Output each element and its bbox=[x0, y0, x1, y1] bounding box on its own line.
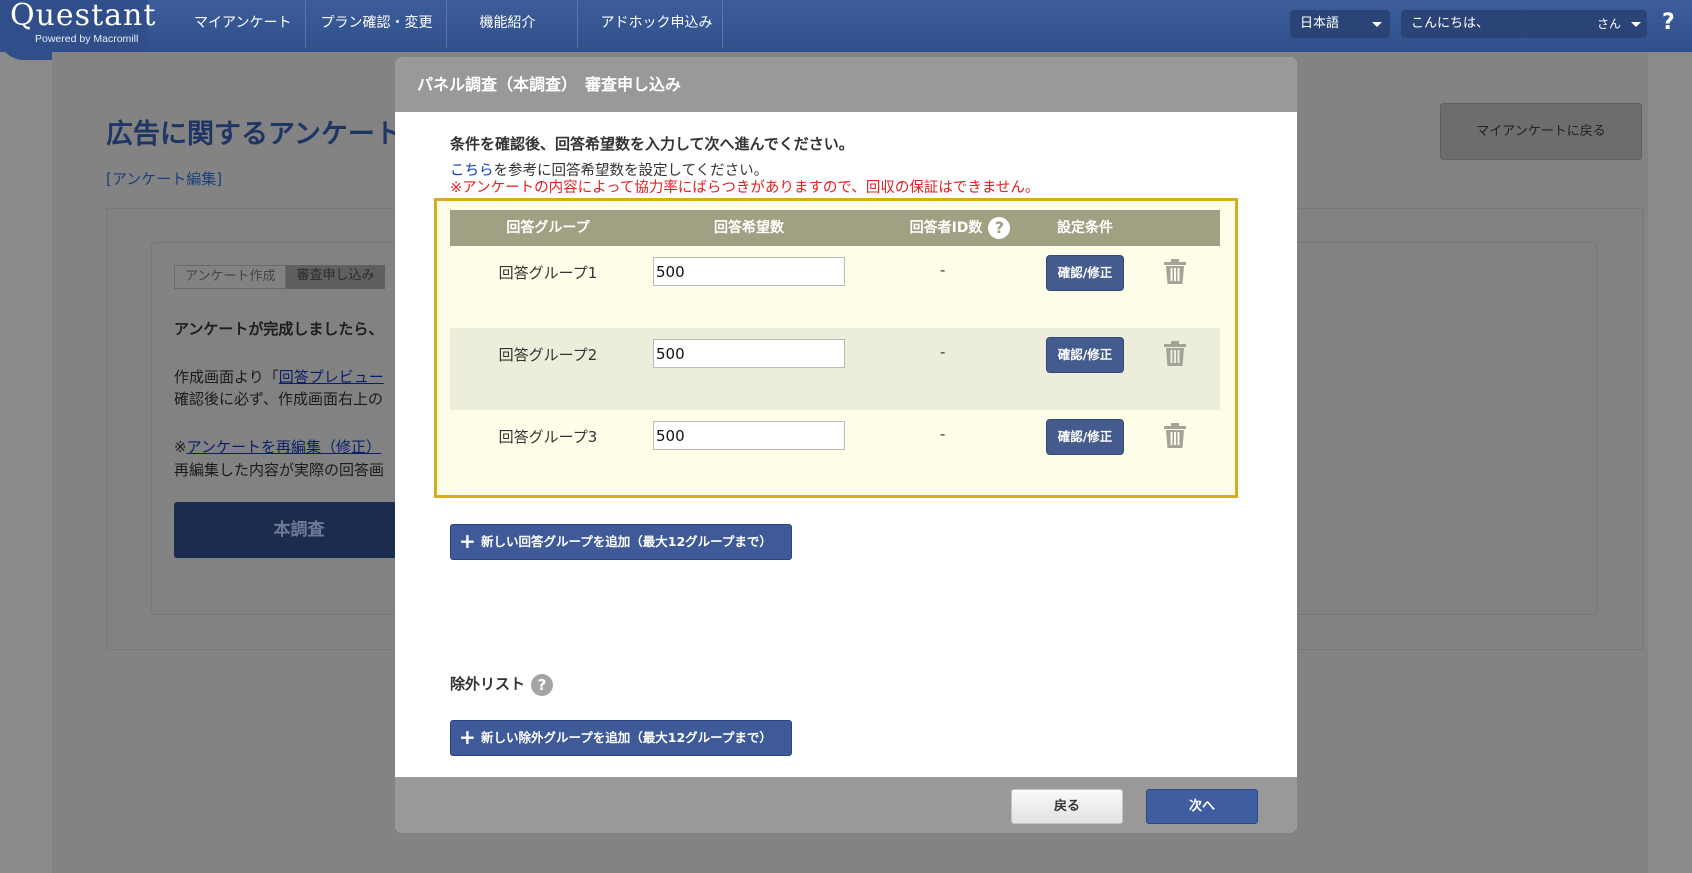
respondent-id-count: - bbox=[940, 261, 946, 279]
application-modal: パネル調査（本調査） 審査申し込み 条件を確認後、回答希望数を入力して次へ進んで… bbox=[395, 57, 1297, 833]
confirm-edit-button[interactable]: 確認/修正 bbox=[1046, 255, 1124, 291]
trash-icon[interactable] bbox=[1163, 259, 1187, 285]
header-group: 回答グループ bbox=[506, 220, 590, 236]
language-select[interactable]: 日本語 bbox=[1290, 10, 1390, 38]
table-header: 回答グループ 回答希望数 回答者ID数? 設定条件 bbox=[450, 210, 1220, 246]
bg-line-3: 確認後に必ず、作成画面右上の bbox=[174, 390, 383, 408]
chevron-down-icon bbox=[1631, 22, 1641, 27]
header-count: 回答希望数 bbox=[714, 220, 784, 236]
exclude-list-label: 除外リスト? bbox=[450, 673, 554, 696]
back-to-my-survey-button[interactable]: マイアンケートに戻る bbox=[1440, 103, 1642, 160]
main-survey-button[interactable]: 本調査 bbox=[174, 502, 424, 558]
plus-icon: + bbox=[459, 529, 476, 553]
bg-line-2: 作成画面より「回答プレビュー bbox=[174, 368, 384, 386]
greeting-suffix: さん bbox=[1597, 17, 1622, 31]
table-row: 回答グループ3 500 - 確認/修正 bbox=[450, 410, 1220, 492]
chevron-down-icon bbox=[1372, 22, 1382, 27]
table-row: 回答グループ2 500 - 確認/修正 bbox=[450, 328, 1220, 410]
plus-icon: + bbox=[459, 725, 476, 749]
help-icon[interactable]: ? bbox=[988, 217, 1011, 239]
modal-title: パネル調査（本調査） 審査申し込み bbox=[395, 57, 1297, 112]
table-row: 回答グループ1 500 - 確認/修正 bbox=[450, 246, 1220, 328]
back-button[interactable]: 戻る bbox=[1011, 789, 1123, 824]
logo-subtitle: Powered by Macromill bbox=[35, 33, 139, 45]
group-name: 回答グループ2 bbox=[498, 346, 598, 364]
nav-my-survey[interactable]: マイアンケート bbox=[176, 0, 307, 48]
confirm-edit-button[interactable]: 確認/修正 bbox=[1046, 419, 1124, 455]
respondent-id-count: - bbox=[940, 425, 946, 443]
logo: Questant bbox=[10, 0, 157, 33]
step-create: アンケート作成 bbox=[174, 265, 287, 289]
respondent-id-count: - bbox=[940, 343, 946, 361]
help-icon[interactable]: ? bbox=[531, 673, 554, 696]
trash-icon[interactable] bbox=[1163, 341, 1187, 367]
add-exclude-group-button[interactable]: + 新しい除外グループを追加（最大12グループまで） bbox=[450, 720, 792, 756]
step-breadcrumb: アンケート作成 審査申し込み bbox=[174, 265, 385, 289]
answer-count-input[interactable]: 500 bbox=[653, 421, 845, 450]
confirm-edit-button[interactable]: 確認/修正 bbox=[1046, 337, 1124, 373]
nav-plan[interactable]: プラン確認・変更 bbox=[306, 0, 448, 48]
user-menu[interactable]: こんにちは、 さん bbox=[1401, 10, 1647, 38]
bg-line-5: 再編集した内容が実際の回答画 bbox=[174, 461, 385, 479]
re-edit-link[interactable]: アンケートを再編集（修正） bbox=[187, 438, 381, 456]
language-value: 日本語 bbox=[1300, 16, 1340, 31]
bg-line-4: ※アンケートを再編集（修正） bbox=[174, 438, 381, 456]
answer-preview-link[interactable]: 回答プレビュー bbox=[279, 368, 384, 386]
header-conditions: 設定条件 bbox=[1057, 220, 1113, 236]
top-header: Questant Powered by Macromill マイアンケート プラ… bbox=[0, 0, 1692, 60]
group-name: 回答グループ3 bbox=[498, 428, 598, 446]
nav-features[interactable]: 機能紹介 bbox=[447, 0, 579, 48]
greeting-text: こんにちは、 bbox=[1411, 16, 1490, 31]
modal-footer: 戻る 次へ bbox=[395, 777, 1297, 833]
step-apply: 審査申し込み bbox=[286, 265, 385, 289]
main-nav: マイアンケート プラン確認・変更 機能紹介 アドホック申込み bbox=[176, 0, 724, 48]
logo-area[interactable]: Questant Powered by Macromill bbox=[0, 0, 155, 60]
help-icon[interactable]: ? bbox=[1662, 10, 1675, 35]
warning-text: ※アンケートの内容によって協力率にばらつきがありますので、回収の保証はできません… bbox=[450, 180, 1040, 196]
bg-line-1: アンケートが完成しましたら、 bbox=[174, 320, 384, 338]
answer-count-input[interactable]: 500 bbox=[653, 339, 845, 368]
header-ids: 回答者ID数? bbox=[890, 210, 1030, 246]
nav-adhoc[interactable]: アドホック申込み bbox=[578, 0, 724, 48]
trash-icon[interactable] bbox=[1163, 423, 1187, 449]
add-answer-group-button[interactable]: + 新しい回答グループを追加（最大12グループまで） bbox=[450, 524, 792, 560]
next-button[interactable]: 次へ bbox=[1146, 789, 1258, 824]
survey-edit-link[interactable]: [アンケート編集] bbox=[106, 168, 222, 189]
group-name: 回答グループ1 bbox=[498, 264, 598, 282]
answer-count-input[interactable]: 500 bbox=[653, 257, 845, 286]
page-title: 広告に関するアンケート bbox=[106, 119, 402, 150]
instruction-text: 条件を確認後、回答希望数を入力して次へ進んでください。 bbox=[450, 135, 854, 153]
answer-groups-table: 回答グループ 回答希望数 回答者ID数? 設定条件 回答グループ1 500 - … bbox=[434, 198, 1238, 498]
